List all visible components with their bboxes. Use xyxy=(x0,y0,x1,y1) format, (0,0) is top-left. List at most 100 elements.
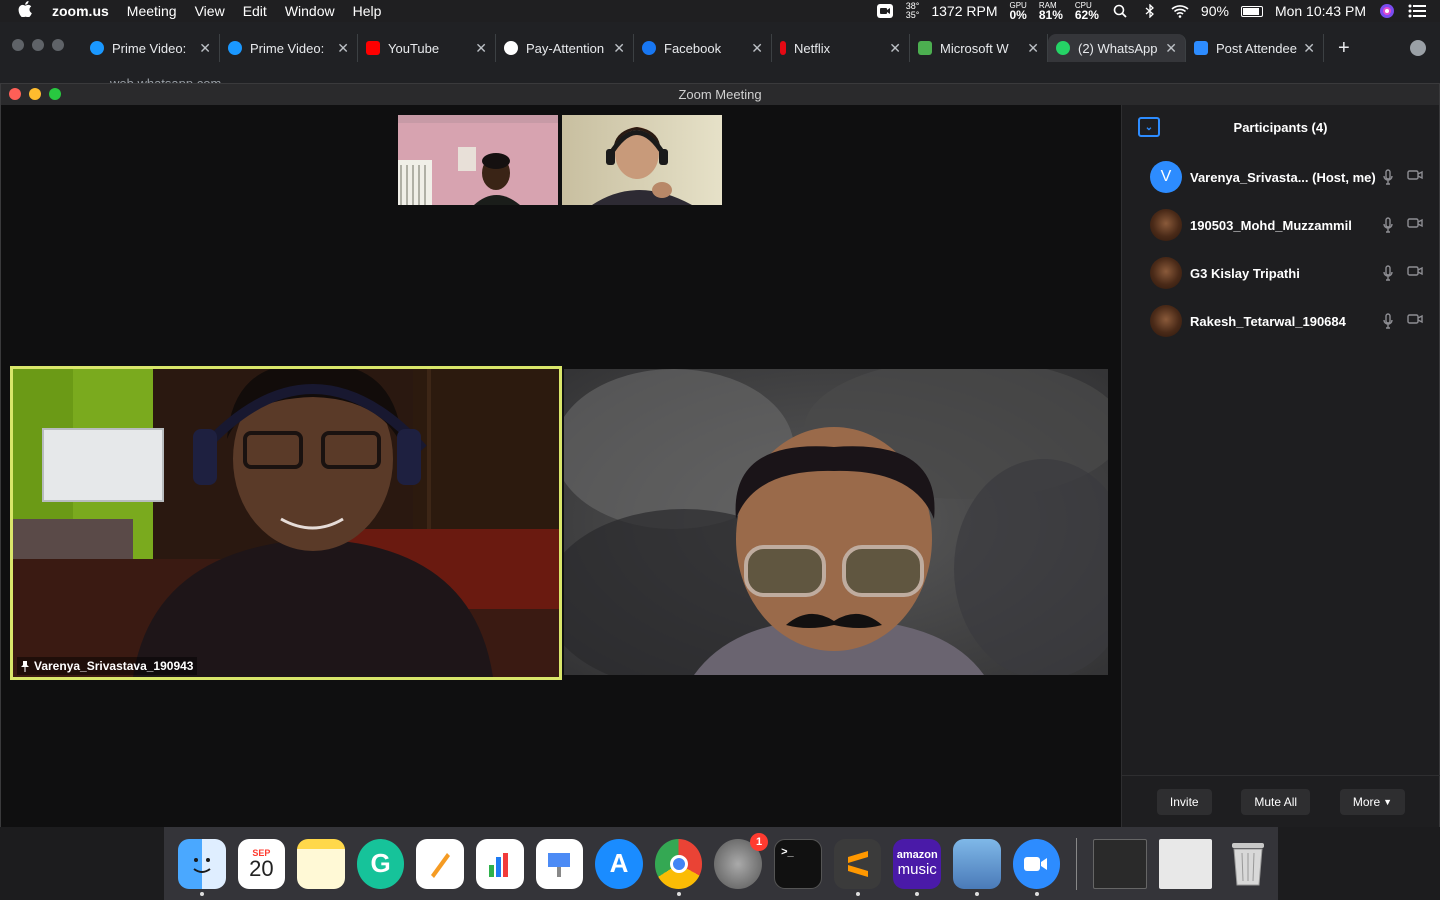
close-icon[interactable]: ✕ xyxy=(1165,40,1177,57)
running-indicator xyxy=(200,891,204,896)
notification-center-icon[interactable] xyxy=(1408,4,1426,18)
close-icon[interactable]: ✕ xyxy=(1027,40,1039,57)
close-icon[interactable]: ✕ xyxy=(475,40,487,57)
gpu-stat[interactable]: GPU 0% xyxy=(1010,1,1027,21)
running-indicator xyxy=(676,891,681,896)
grammarly-icon[interactable]: G xyxy=(356,838,405,889)
battery-percent[interactable]: 90% xyxy=(1201,3,1229,19)
tab-search-icon[interactable] xyxy=(1410,40,1426,56)
search-icon[interactable] xyxy=(1111,4,1129,18)
browser-tab-microsoft[interactable]: Microsoft W ✕ xyxy=(910,34,1048,62)
participant-role: (Host, me) xyxy=(1308,169,1376,185)
pages-icon[interactable] xyxy=(416,838,465,889)
wifi-icon[interactable] xyxy=(1171,4,1189,18)
video-thumbnail-2[interactable] xyxy=(562,115,722,205)
menu-view[interactable]: View xyxy=(195,3,225,19)
calendar-day: 20 xyxy=(249,855,274,881)
video-camera-icon[interactable] xyxy=(1407,313,1423,325)
browser-tab-prime-video-2[interactable]: Prime Video: ✕ xyxy=(220,34,358,62)
microphone-icon[interactable] xyxy=(1383,217,1393,233)
mute-all-button[interactable]: Mute All xyxy=(1241,788,1311,815)
close-icon[interactable]: ✕ xyxy=(199,40,211,57)
tab-label: Microsoft W xyxy=(940,40,1009,56)
minimize-window-button[interactable] xyxy=(29,88,41,100)
zoom-status-icon[interactable] xyxy=(876,4,894,18)
finder-icon[interactable] xyxy=(178,838,226,896)
participant-row[interactable]: Rakesh_Tetarwal_190684 xyxy=(1122,297,1439,345)
menu-meeting[interactable]: Meeting xyxy=(127,3,177,19)
browser-tab-youtube[interactable]: YouTube ✕ xyxy=(358,34,496,62)
microphone-icon[interactable] xyxy=(1383,313,1393,329)
close-icon[interactable]: ✕ xyxy=(1303,40,1315,57)
participant-row[interactable]: 190503_Mohd_Muzzammil xyxy=(1122,201,1439,249)
participant-video-tile[interactable] xyxy=(564,369,1108,675)
netflix-icon xyxy=(780,41,786,55)
apple-icon[interactable] xyxy=(18,0,38,22)
video-thumbnail-1[interactable] xyxy=(398,115,558,205)
browser-tab-prime-video-1[interactable]: Prime Video: ✕ xyxy=(82,34,220,62)
browser-tab-github[interactable]: Pay-Attention ✕ xyxy=(496,34,634,62)
battery-icon[interactable] xyxy=(1240,5,1263,17)
browser-tab-strip: Prime Video: ✕ Prime Video: ✕ YouTube ✕ Pay… xyxy=(82,34,1350,62)
trash-icon[interactable] xyxy=(1224,839,1272,889)
invite-button[interactable]: Invite xyxy=(1156,788,1212,815)
system-preferences-icon[interactable]: 1 xyxy=(714,832,769,889)
clock[interactable]: Mon 10:43 PM xyxy=(1275,3,1366,19)
running-indicator xyxy=(915,891,920,896)
menu-bar: zoom.us Meeting View Edit Window Help 38… xyxy=(0,0,1440,22)
participant-row[interactable]: G3 Kislay Tripathi xyxy=(1122,249,1439,297)
menu-window[interactable]: Window xyxy=(285,3,335,19)
participant-row[interactable]: V Varenya_Srivasta... (Host, me) xyxy=(1122,153,1439,201)
browser-window-controls[interactable] xyxy=(12,39,64,51)
video-camera-icon[interactable] xyxy=(1407,169,1423,181)
menu-edit[interactable]: Edit xyxy=(243,3,267,19)
recent-window-icon[interactable] xyxy=(1158,838,1213,889)
menu-help[interactable]: Help xyxy=(353,3,382,19)
fullscreen-window-button[interactable] xyxy=(49,88,61,100)
browser-tab-facebook[interactable]: Facebook ✕ xyxy=(634,34,772,62)
more-button[interactable]: More ▼ xyxy=(1339,788,1406,815)
video-camera-icon[interactable] xyxy=(1407,265,1423,277)
browser-window: Prime Video: ✕ Prime Video: ✕ YouTube ✕ Pay… xyxy=(0,22,1440,84)
fan-rpm[interactable]: 1372 RPM xyxy=(931,3,997,19)
zoom-icon[interactable] xyxy=(1012,838,1061,896)
microphone-icon[interactable] xyxy=(1383,265,1393,281)
browser-tab-whatsapp[interactable]: (2) WhatsApp ✕ xyxy=(1048,34,1186,62)
microphone-icon[interactable] xyxy=(1383,169,1393,185)
chrome-icon[interactable] xyxy=(654,838,703,896)
video-camera-icon[interactable] xyxy=(1407,217,1423,229)
close-icon[interactable]: ✕ xyxy=(889,40,901,57)
chevron-down-icon[interactable]: ⌄ xyxy=(1138,117,1160,137)
amazon-music-icon[interactable]: amazon music xyxy=(893,838,942,896)
avatar xyxy=(1150,209,1182,241)
calendar-icon[interactable]: SEP 20 xyxy=(237,838,286,889)
notes-icon[interactable] xyxy=(297,838,345,889)
battery-fill xyxy=(1242,7,1260,15)
new-tab-button[interactable]: + xyxy=(1338,34,1350,62)
recent-document-icon[interactable] xyxy=(1093,838,1147,889)
cpu-stat[interactable]: CPU 62% xyxy=(1075,1,1099,21)
numbers-icon[interactable] xyxy=(476,838,524,889)
browser-tab-zoom[interactable]: Post Attendee ✕ xyxy=(1186,34,1324,62)
app-store-icon[interactable]: A xyxy=(595,838,643,889)
active-speaker-tile[interactable]: Varenya_Srivastava_190943 xyxy=(10,366,562,680)
sublime-text-icon[interactable] xyxy=(833,838,882,896)
ram-stat[interactable]: RAM 81% xyxy=(1038,1,1063,22)
temperature-readout[interactable]: 38° 35° xyxy=(906,2,920,20)
close-icon[interactable]: ✕ xyxy=(337,40,349,57)
keynote-icon[interactable] xyxy=(535,838,584,889)
close-window-button[interactable] xyxy=(9,88,21,100)
siri-icon[interactable] xyxy=(1378,4,1396,18)
terminal-icon[interactable]: >_ xyxy=(774,838,822,889)
ram-value: 81% xyxy=(1038,7,1063,22)
window-controls xyxy=(9,88,61,100)
preview-icon[interactable] xyxy=(953,838,1001,896)
chevron-down-icon: ▼ xyxy=(1383,796,1393,807)
tab-label: Prime Video: xyxy=(112,40,187,56)
browser-tab-netflix[interactable]: Netflix ✕ xyxy=(772,34,910,62)
close-icon[interactable]: ✕ xyxy=(751,40,763,57)
menu-app-name[interactable]: zoom.us xyxy=(52,3,109,19)
bluetooth-icon[interactable] xyxy=(1141,4,1159,18)
close-icon[interactable]: ✕ xyxy=(613,40,625,57)
active-speaker-label: Varenya_Srivastava_190943 xyxy=(17,657,198,675)
